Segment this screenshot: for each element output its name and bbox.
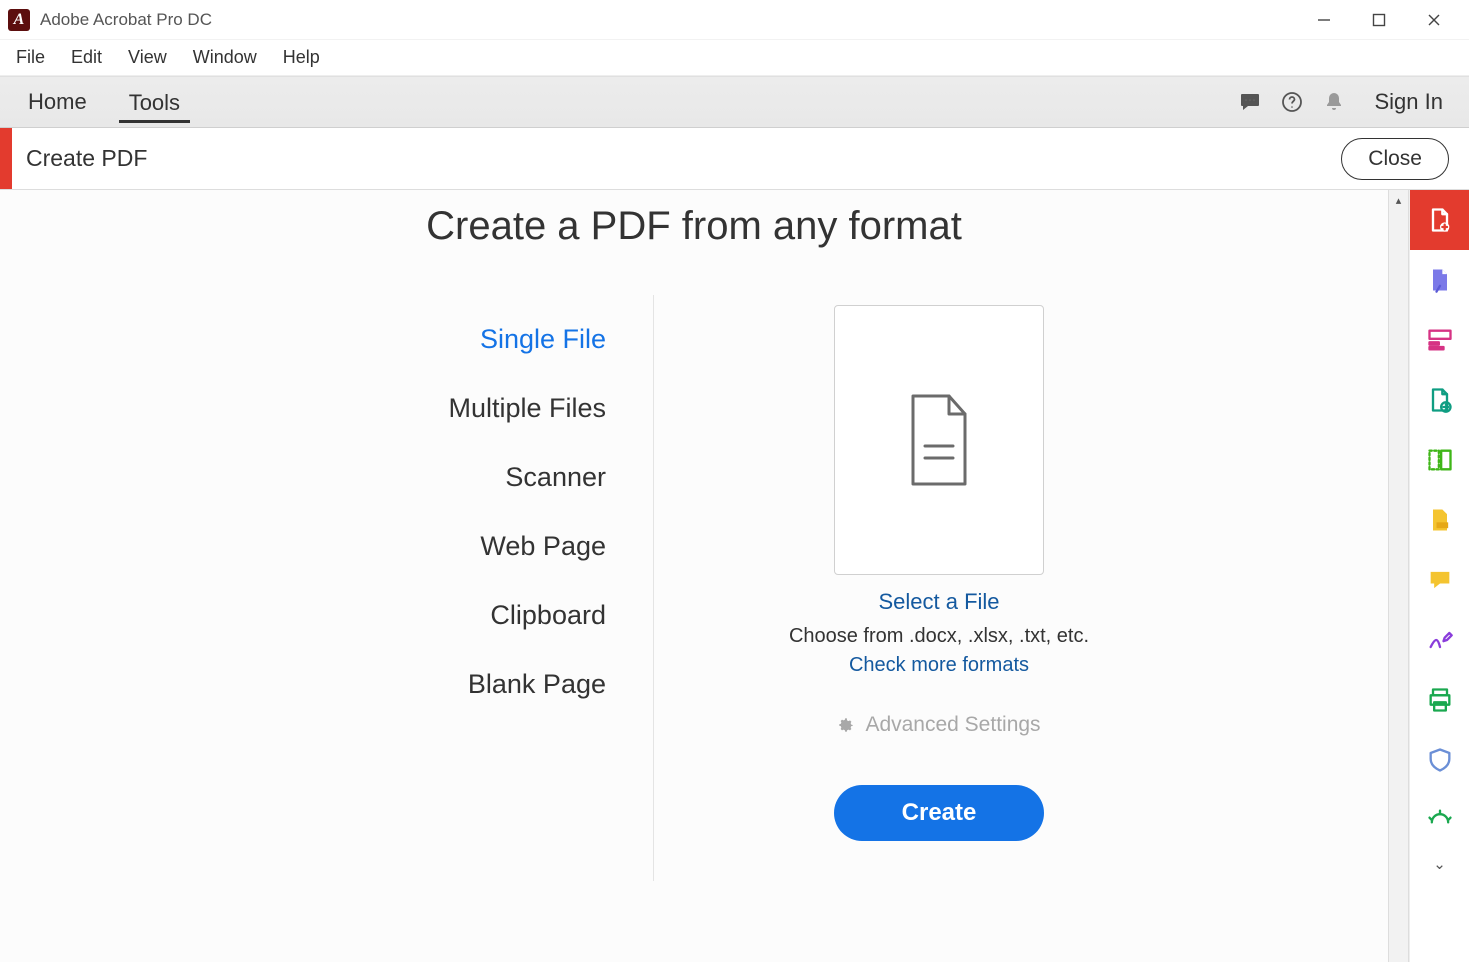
tool-sidebar: ⌄ <box>1409 190 1469 962</box>
option-multiple-files[interactable]: Multiple Files <box>448 391 606 426</box>
main-content: Create a PDF from any format Single File… <box>0 190 1389 962</box>
sidebar-scroll-down-icon[interactable]: ⌄ <box>1410 850 1469 878</box>
window-title-bar: A Adobe Acrobat Pro DC <box>0 0 1469 40</box>
tool-header: Create PDF Close <box>0 128 1469 190</box>
close-tool-button[interactable]: Close <box>1341 138 1449 180</box>
menu-help[interactable]: Help <box>271 41 332 74</box>
help-icon[interactable] <box>1271 81 1313 123</box>
side-tool-redact[interactable] <box>1410 490 1469 550</box>
page-heading: Create a PDF from any format <box>0 204 1388 249</box>
side-tool-sign[interactable] <box>1410 610 1469 670</box>
tab-tools[interactable]: Tools <box>119 82 190 123</box>
create-button[interactable]: Create <box>834 785 1045 841</box>
side-tool-optimize[interactable] <box>1410 790 1469 850</box>
option-clipboard[interactable]: Clipboard <box>490 598 606 633</box>
advanced-settings-link: Advanced Settings <box>837 713 1040 737</box>
side-tool-compare[interactable] <box>1410 430 1469 490</box>
option-web-page[interactable]: Web Page <box>480 529 606 564</box>
tab-home[interactable]: Home <box>18 81 97 123</box>
tool-title: Create PDF <box>26 145 147 172</box>
document-icon <box>898 390 980 490</box>
side-tool-protect[interactable] <box>1410 730 1469 790</box>
file-drop-area[interactable] <box>834 305 1044 575</box>
select-file-link[interactable]: Select a File <box>878 589 999 615</box>
side-tool-create-pdf[interactable] <box>1410 190 1469 250</box>
sign-in-link[interactable]: Sign In <box>1375 89 1444 115</box>
chat-icon[interactable] <box>1229 81 1271 123</box>
side-tool-comment[interactable] <box>1410 550 1469 610</box>
menu-bar: File Edit View Window Help <box>0 40 1469 76</box>
menu-window[interactable]: Window <box>181 41 269 74</box>
app-icon: A <box>8 9 30 31</box>
source-option-list: Single File Multiple Files Scanner Web P… <box>234 305 654 841</box>
menu-file[interactable]: File <box>4 41 57 74</box>
side-tool-export-pdf[interactable] <box>1410 370 1469 430</box>
gear-icon <box>837 716 855 734</box>
close-window-button[interactable] <box>1406 0 1461 40</box>
side-tool-organize[interactable] <box>1410 310 1469 370</box>
side-tool-edit-pdf[interactable] <box>1410 250 1469 310</box>
check-formats-link[interactable]: Check more formats <box>849 654 1029 677</box>
app-title: Adobe Acrobat Pro DC <box>40 10 212 30</box>
advanced-settings-label: Advanced Settings <box>865 713 1040 737</box>
minimize-button[interactable] <box>1296 0 1351 40</box>
option-single-file[interactable]: Single File <box>480 322 606 357</box>
notifications-icon[interactable] <box>1313 81 1355 123</box>
menu-edit[interactable]: Edit <box>59 41 114 74</box>
scroll-up-icon[interactable]: ▴ <box>1389 190 1408 210</box>
option-blank-page[interactable]: Blank Page <box>468 667 606 702</box>
menu-view[interactable]: View <box>116 41 179 74</box>
vertical-scrollbar[interactable]: ▴ <box>1389 190 1409 962</box>
select-file-description: Choose from .docx, .xlsx, .txt, etc. <box>789 625 1089 648</box>
tool-accent-bar <box>0 128 12 189</box>
maximize-button[interactable] <box>1351 0 1406 40</box>
option-scanner[interactable]: Scanner <box>505 460 606 495</box>
side-tool-print[interactable] <box>1410 670 1469 730</box>
top-tab-row: Home Tools Sign In <box>0 76 1469 128</box>
file-selection-pane: Select a File Choose from .docx, .xlsx, … <box>654 305 1154 841</box>
